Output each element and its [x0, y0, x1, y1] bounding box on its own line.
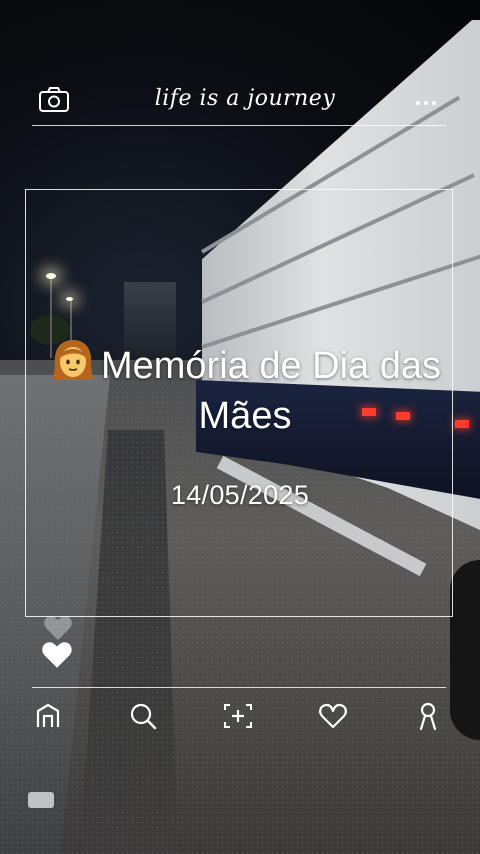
post-title-text: Memória de Dia das Mães [100, 345, 442, 437]
heart-icon[interactable] [40, 638, 74, 672]
post-date: 14/05/2025 [170, 480, 310, 510]
header-divider [32, 125, 446, 126]
bottom-nav [28, 698, 448, 738]
add-photo-icon[interactable] [218, 698, 258, 734]
nav-divider [32, 687, 446, 688]
heart-outline-icon[interactable] [313, 698, 353, 734]
post-title: Memória de Dia das Mães [45, 336, 445, 441]
light-reflection [28, 792, 54, 808]
search-icon[interactable] [123, 698, 163, 734]
woman-emoji-icon [49, 336, 97, 384]
home-icon[interactable] [28, 698, 68, 734]
profile-icon[interactable] [408, 698, 448, 734]
brand-logo-text: life is a journey [154, 86, 336, 111]
camera-icon[interactable] [38, 86, 70, 114]
more-dots-icon[interactable] [414, 90, 444, 110]
truck-wheel [450, 560, 480, 740]
tail-light [455, 420, 469, 428]
